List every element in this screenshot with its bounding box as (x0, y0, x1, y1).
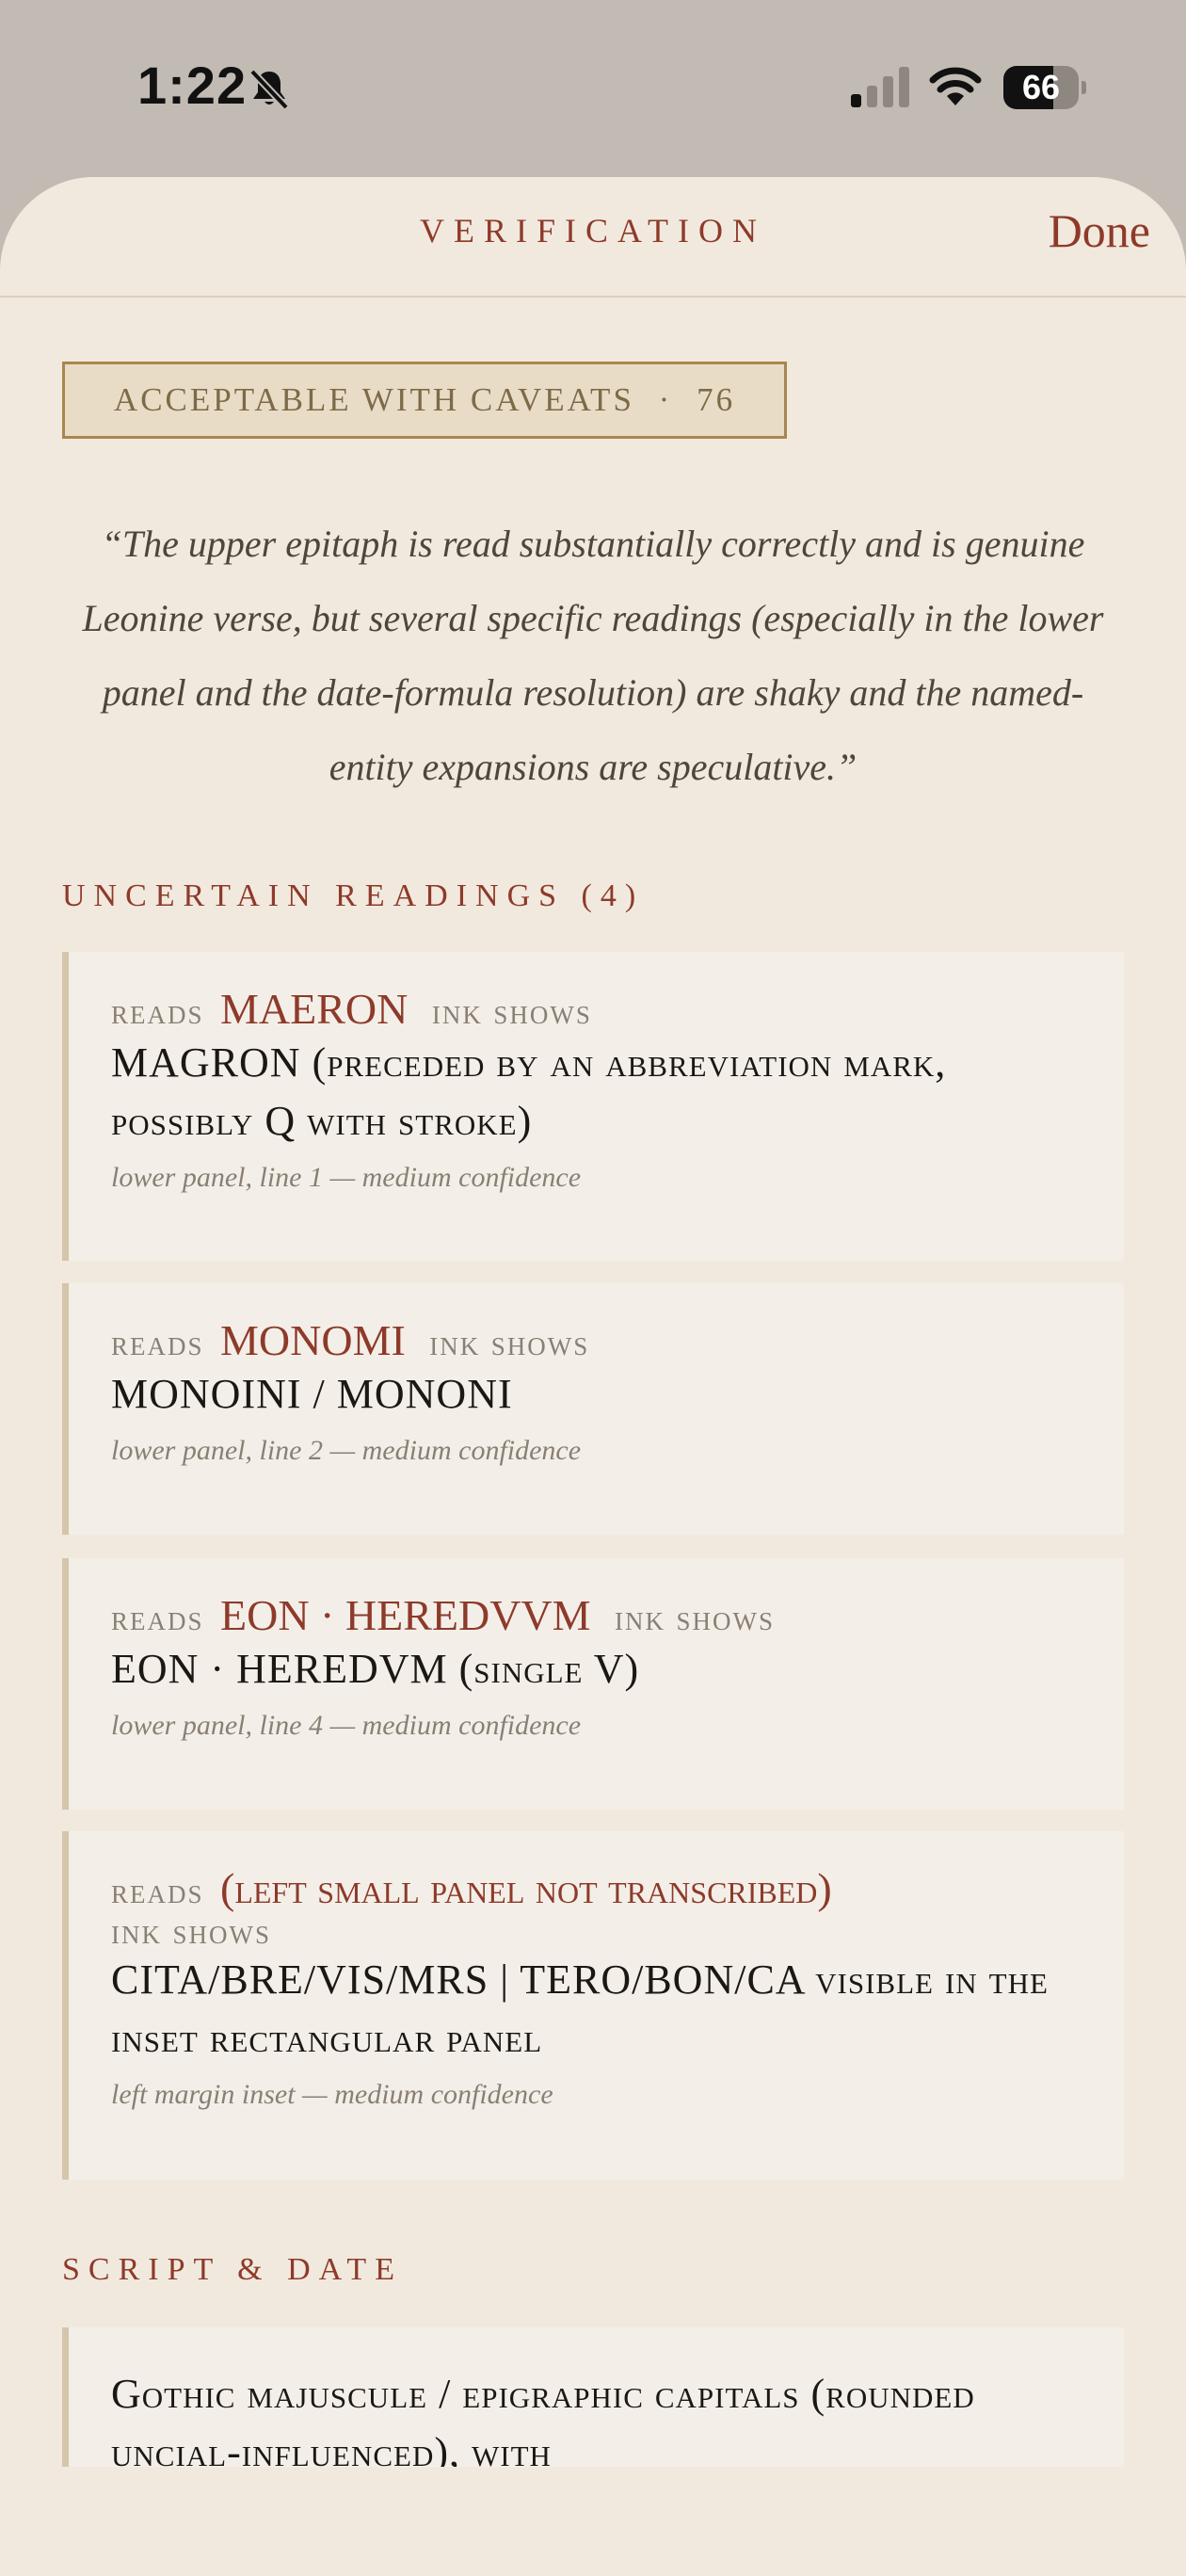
reading-meta: lower panel, line 4 — medium confidence (111, 1710, 582, 1741)
reads-row: reads EON · HEREDVVM ink shows (111, 1590, 1096, 1640)
verdict-score: 76 (697, 381, 736, 418)
verification-sheet: VERIFICATION Done ACCEPTABLE WITH CAVEAT… (0, 177, 1186, 2576)
uncertain-readings-heading: UNCERTAIN READINGS (4) (62, 878, 645, 913)
reads-label: reads (111, 1599, 204, 1638)
ink-label: ink shows (429, 1324, 590, 1363)
reads-value: MONOMI (220, 1316, 406, 1364)
ink-label: ink shows (111, 1912, 272, 1952)
reading-card: reads MONOMI ink shows MONOINI / MONONI … (62, 1283, 1124, 1535)
status-time: 1:22 (137, 56, 248, 115)
reading-meta: left margin inset — medium confidence (111, 2079, 553, 2110)
reads-value: (left small panel not transcribed) (220, 1864, 832, 1912)
reading-meta: lower panel, line 1 — medium confidence (111, 1162, 582, 1193)
sheet-header: VERIFICATION Done (0, 177, 1186, 298)
reading-card: reads MAERON ink shows MAGRON (preceded … (62, 952, 1124, 1261)
reads-label: reads (111, 1324, 204, 1363)
reading-card: reads (left small panel not transcribed)… (62, 1831, 1124, 2180)
battery-level: 66 (1021, 68, 1061, 106)
reading-card: reads EON · HEREDVVM ink shows EON · HER… (62, 1558, 1124, 1810)
wifi-icon (929, 67, 982, 105)
reads-label: reads (111, 992, 204, 1032)
ink-value: MAGRON (preceded by an abbreviation mark… (111, 1039, 947, 1144)
sheet-title: VERIFICATION (420, 212, 766, 250)
battery-body: 66 (1003, 66, 1079, 109)
script-date-text: Gothic majuscule / epigraphic capitals (… (111, 2371, 975, 2467)
reading-meta: lower panel, line 2 — medium confidence (111, 1435, 582, 1466)
battery-tip (1082, 81, 1086, 94)
reads-row: reads (left small panel not transcribed) (111, 1863, 1096, 1913)
status-bar: 1:22 66 (0, 0, 1186, 179)
ink-value: MONOINI / MONONI (111, 1371, 513, 1417)
reads-row: reads MAERON ink shows (111, 984, 1096, 1034)
reads-row: reads MONOMI ink shows (111, 1315, 1096, 1365)
ink-value: EON · HEREDVM (single V) (111, 1646, 640, 1692)
ink-value: CITA/BRE/VIS/MRS | TERO/BON/CA visible i… (111, 1956, 1049, 2061)
verdict-label: ACCEPTABLE WITH CAVEATS (113, 381, 634, 418)
script-date-heading: SCRIPT & DATE (62, 2252, 403, 2287)
verdict-separator: · (658, 381, 673, 418)
verdict-badge: ACCEPTABLE WITH CAVEATS · 76 (62, 362, 787, 439)
ink-label: ink shows (615, 1599, 776, 1638)
ink-label: ink shows (431, 992, 592, 1032)
summary-quote: “The upper epitaph is read substantially… (82, 523, 1104, 788)
bell-muted-icon (249, 69, 289, 110)
battery-indicator: 66 (1003, 66, 1086, 109)
done-button[interactable]: Done (1049, 203, 1150, 258)
reads-value: MAERON (220, 985, 409, 1033)
reads-label: reads (111, 1872, 204, 1911)
cellular-signal-icon (851, 67, 909, 107)
script-date-card: Gothic majuscule / epigraphic capitals (… (62, 2327, 1124, 2467)
reads-value: EON · HEREDVVM (220, 1591, 591, 1639)
ink-row: ink shows (111, 1913, 1096, 1951)
